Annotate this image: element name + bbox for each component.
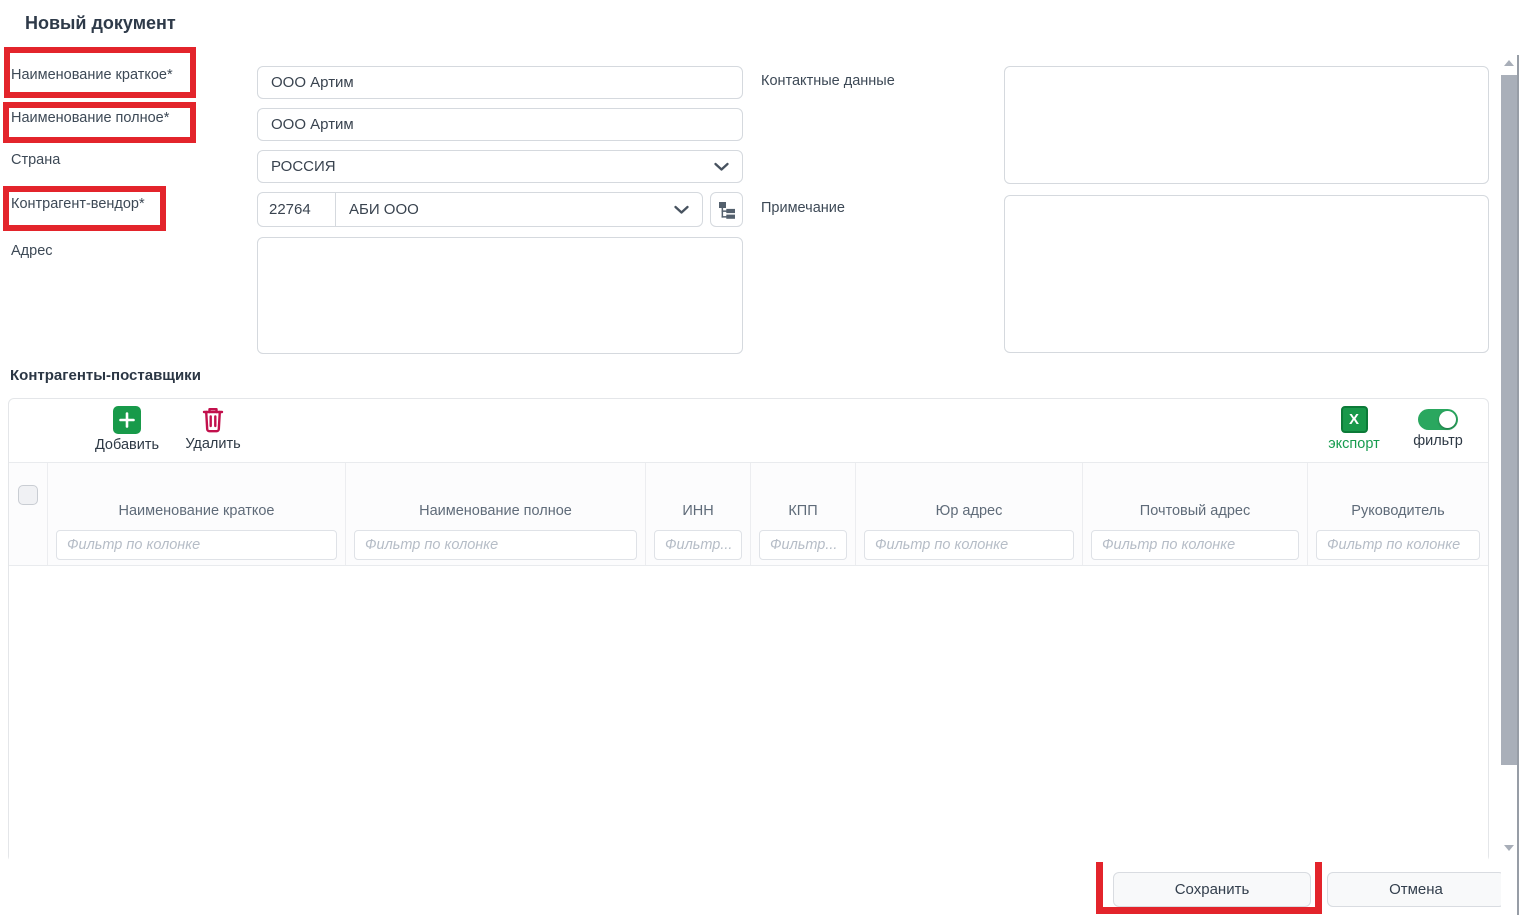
short-name-label: Наименование краткое*	[11, 67, 173, 83]
column-filter-input[interactable]	[354, 530, 637, 560]
column-filter-input[interactable]	[759, 530, 847, 560]
tree-view-icon	[718, 201, 736, 219]
scrollbar-thumb[interactable]	[1501, 75, 1517, 765]
column-short-name: Наименование краткое	[48, 463, 346, 565]
full-name-input[interactable]	[257, 108, 743, 141]
suppliers-table-panel: Добавить Удалить X экспорт фильтр Наимен…	[8, 398, 1489, 862]
chevron-down-icon	[674, 205, 689, 214]
vendor-code: 22764	[258, 193, 336, 226]
column-filter-input[interactable]	[864, 530, 1074, 560]
column-header: Наименование полное	[419, 503, 572, 519]
column-header: ИНН	[682, 503, 714, 519]
short-name-input[interactable]	[257, 66, 743, 99]
select-all-checkbox[interactable]	[18, 485, 38, 505]
contacts-label: Контактные данные	[761, 73, 895, 89]
toggle-knob	[1439, 411, 1456, 428]
note-label: Примечание	[761, 200, 845, 216]
vendor-tree-button[interactable]	[710, 192, 743, 227]
page-title: Новый документ	[25, 13, 176, 33]
save-button[interactable]: Сохранить	[1113, 872, 1311, 907]
trash-icon	[201, 406, 225, 433]
filter-toggle-icon[interactable]	[1418, 409, 1458, 430]
chevron-down-icon	[714, 162, 729, 171]
vertical-scrollbar[interactable]	[1501, 55, 1517, 915]
column-kpp: КПП	[751, 463, 856, 565]
column-filter-input[interactable]	[654, 530, 742, 560]
column-header: Почтовый адрес	[1139, 503, 1251, 519]
country-label: Страна	[11, 152, 61, 168]
delete-button[interactable]: Удалить	[173, 406, 253, 452]
address-label: Адрес	[11, 243, 53, 259]
delete-button-label: Удалить	[185, 436, 241, 452]
suppliers-section-title: Контрагенты-поставщики	[10, 367, 201, 384]
table-header-row: Наименование краткое Наименование полное…	[9, 463, 1488, 566]
column-filter-input[interactable]	[1091, 530, 1299, 560]
column-header: КПП	[788, 503, 818, 519]
column-header: Юр адрес	[935, 503, 1003, 519]
column-legal-address: Юр адрес	[856, 463, 1083, 565]
scroll-up-arrow-icon[interactable]	[1504, 60, 1514, 66]
add-button-label: Добавить	[94, 437, 160, 453]
vendor-label: Контрагент-вендор*	[11, 196, 145, 212]
country-select-value: РОССИЯ	[271, 158, 336, 175]
new-document-form: Новый документ Наименование краткое* Наи…	[0, 0, 1519, 915]
address-textarea[interactable]	[257, 237, 743, 354]
country-select[interactable]: РОССИЯ	[257, 150, 743, 183]
table-body-empty	[9, 566, 1488, 862]
column-head-person: Руководитель	[1308, 463, 1488, 565]
filter-toggle-control[interactable]: фильтр	[1396, 406, 1480, 449]
cancel-button[interactable]: Отмена	[1327, 872, 1505, 907]
excel-icon: X	[1340, 406, 1368, 433]
column-postal-address: Почтовый адрес	[1083, 463, 1308, 565]
suppliers-toolbar: Добавить Удалить X экспорт фильтр	[9, 399, 1488, 463]
column-filter-input[interactable]	[1316, 530, 1480, 560]
column-header: Руководитель	[1351, 503, 1445, 519]
column-inn: ИНН	[646, 463, 751, 565]
select-all-cell	[9, 463, 48, 565]
full-name-label: Наименование полное*	[11, 110, 170, 126]
vendor-select[interactable]: 22764 АБИ ООО	[257, 192, 703, 227]
vendor-select-value: АБИ ООО	[349, 201, 419, 218]
column-header: Наименование краткое	[118, 503, 275, 519]
column-filter-input[interactable]	[56, 530, 337, 560]
plus-icon	[113, 406, 141, 434]
contacts-textarea[interactable]	[1004, 66, 1489, 184]
column-full-name: Наименование полное	[346, 463, 646, 565]
note-textarea[interactable]	[1004, 195, 1489, 353]
export-button-label: экспорт	[1328, 436, 1380, 452]
filter-toggle-label: фильтр	[1413, 433, 1463, 449]
export-excel-button[interactable]: X экспорт	[1313, 406, 1395, 452]
scroll-down-arrow-icon[interactable]	[1504, 845, 1514, 851]
add-button[interactable]: Добавить	[81, 406, 173, 453]
